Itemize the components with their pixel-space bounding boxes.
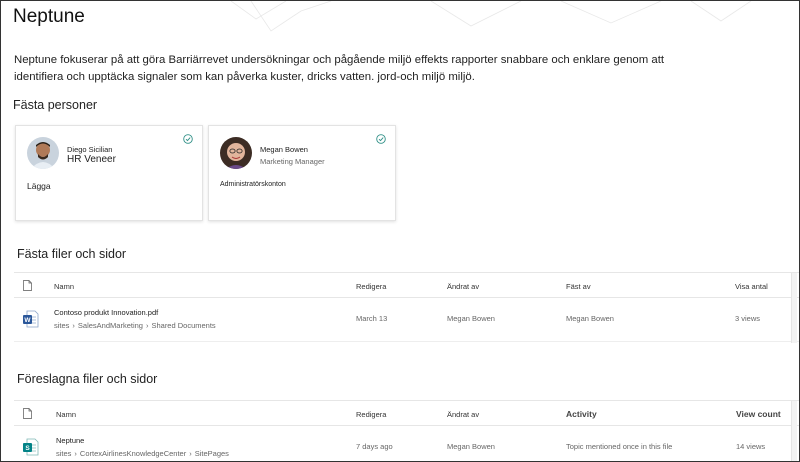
person-card-megan[interactable]: Megan Bowen Marketing Manager Administra… [208, 125, 396, 221]
pinned-people-heading: Fästa personer [13, 98, 98, 112]
scrollbar[interactable] [791, 401, 797, 461]
scrollbar[interactable] [791, 273, 797, 343]
view-count: 3 views [735, 314, 761, 323]
document-type-icon[interactable] [23, 408, 32, 419]
path-segment[interactable]: SitePages [195, 449, 229, 458]
chevron-right-icon: › [189, 449, 192, 458]
table-row[interactable]: W Contoso produkt Innovation.pdf sites › S… [14, 298, 799, 342]
path-segment[interactable]: Shared Documents [151, 321, 215, 330]
table-header: Namn Redigera Ändrat av Activity View co… [14, 400, 799, 426]
path-segment[interactable]: CortexAirlinesKnowledgeCenter [80, 449, 186, 458]
person-description: Lägga [27, 181, 51, 191]
chevron-right-icon: › [145, 321, 149, 330]
activity-text: Topic mentioned once in this file [566, 442, 673, 451]
chevron-right-icon: › [74, 449, 77, 458]
column-header-edited[interactable]: Redigera [356, 410, 386, 419]
file-name-link[interactable]: Neptune [56, 436, 84, 445]
suggested-files-table: Namn Redigera Ändrat av Activity View co… [14, 400, 799, 461]
pinned-files-table: Namn Redigera Ändrat av Fäst av Visa ant… [14, 272, 799, 342]
path-segment[interactable]: sites [56, 449, 71, 458]
file-path: sites › CortexAirlinesKnowledgeCenter › Site… [56, 449, 229, 458]
column-header-name[interactable]: Namn [56, 410, 76, 419]
person-title: Marketing Manager [260, 157, 325, 166]
site-description: Neptune fokuserar på att göra Barriärrev… [14, 54, 665, 83]
path-segment[interactable]: sites [54, 321, 69, 330]
table-header: Namn Redigera Ändrat av Fäst av Visa ant… [14, 272, 799, 298]
view-count: 14 views [736, 442, 766, 451]
svg-text:S: S [25, 445, 30, 452]
avatar [27, 137, 59, 169]
column-header-view-count[interactable]: View count [736, 409, 781, 419]
file-name-link[interactable]: Contoso produkt Innovation.pdf [54, 308, 158, 317]
pinned-files-heading: Fästa filer och sidor [17, 247, 127, 261]
person-title: HR Veneer [67, 154, 116, 165]
check-circle-icon [376, 134, 386, 144]
path-segment[interactable]: SalesAndMarketing [78, 321, 143, 330]
sharepoint-page-icon: S [23, 438, 39, 456]
column-header-name[interactable]: Namn [54, 282, 74, 291]
column-header-modified-by[interactable]: Ändrat av [447, 410, 479, 419]
edited-date: March 13 [356, 314, 388, 323]
background-decoration [230, 1, 752, 32]
table-row[interactable]: S Neptune sites › CortexAirlinesKnowledgeC… [14, 426, 799, 461]
edited-date: 7 days ago [356, 442, 393, 451]
modified-by[interactable]: Megan Bowen [447, 442, 495, 451]
person-description: Administratörskonton [220, 181, 286, 188]
column-header-views[interactable]: Visa antal [735, 282, 768, 291]
suggested-files-heading: Föreslagna filer och sidor [17, 372, 158, 386]
column-header-edited[interactable]: Redigera [356, 282, 386, 291]
chevron-right-icon: › [72, 321, 75, 330]
page-frame: Neptune Neptune fokuserar på att göra Ba… [0, 0, 800, 462]
column-header-modified-by[interactable]: Ändrat av [447, 282, 479, 291]
column-header-activity[interactable]: Activity [566, 409, 597, 419]
svg-text:W: W [24, 317, 31, 324]
column-header-pinned-by[interactable]: Fäst av [566, 282, 591, 291]
person-card-diego[interactable]: Diego Sicilian HR Veneer Lägga [15, 125, 203, 221]
avatar [220, 137, 252, 169]
modified-by[interactable]: Megan Bowen [447, 314, 495, 323]
file-path: sites › SalesAndMarketing › Shared Documents [54, 321, 216, 330]
check-circle-icon [183, 134, 193, 144]
pinned-by[interactable]: Megan Bowen [566, 314, 614, 323]
person-name: Megan Bowen [260, 145, 308, 154]
person-name: Diego Sicilian [67, 145, 113, 154]
document-type-icon[interactable] [23, 280, 32, 291]
word-doc-icon: W [23, 310, 39, 328]
site-title: Neptune [13, 6, 85, 27]
